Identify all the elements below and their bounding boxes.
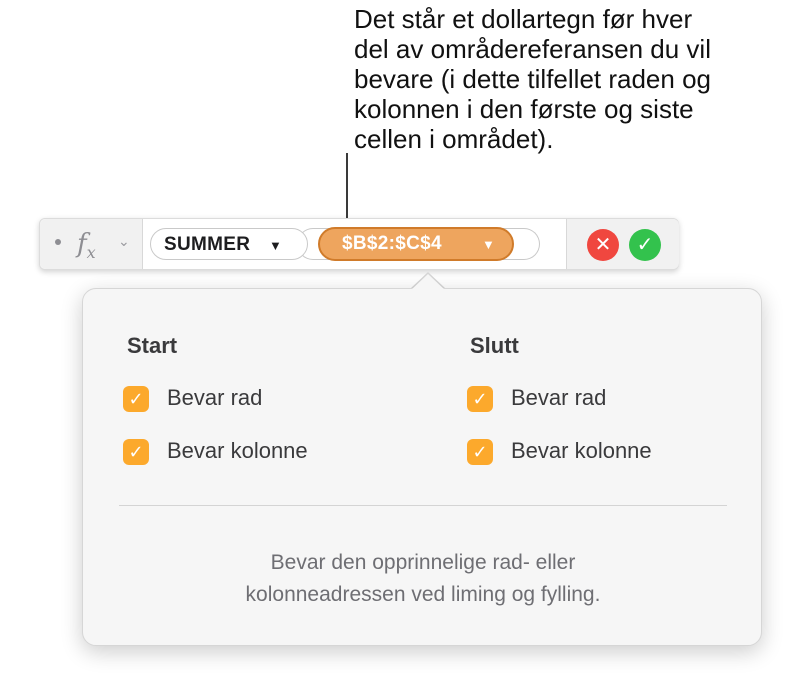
cancel-button[interactable]: ✕ — [587, 229, 619, 261]
function-token[interactable]: SUMMER ▼ — [150, 228, 308, 260]
formula-bar-left-section: fx ⌄ — [40, 219, 143, 269]
caret-down-icon[interactable]: ▼ — [482, 237, 495, 252]
drag-handle-dot[interactable] — [55, 239, 61, 245]
formula-bar: fx ⌄ SUMMER ▼ $B$2:$C$4 ▼ ✕ ✓ — [39, 218, 679, 270]
divider — [119, 505, 727, 506]
callout-line: bevare (i dette tilfellet raden og — [354, 64, 711, 94]
start-heading: Start — [127, 333, 178, 358]
checkbox-checked-icon[interactable]: ✓ — [123, 386, 149, 412]
range-reference-token[interactable]: $B$2:$C$4 ▼ — [318, 227, 514, 261]
hint-line: kolonneadressen ved liming og fylling. — [245, 583, 601, 606]
hint-text: Bevar den opprinnelige rad- eller kolonn… — [119, 547, 727, 611]
option-label: Bevar kolonne — [167, 438, 308, 463]
formula-editor[interactable]: SUMMER ▼ $B$2:$C$4 ▼ — [142, 219, 566, 269]
chevron-down-icon[interactable]: ⌄ — [118, 233, 130, 250]
callout-line: kolonnen i den første og siste — [354, 94, 694, 124]
callout-text: Det står et dollartegn før hver del av o… — [354, 4, 784, 154]
option-label: Bevar kolonne — [511, 438, 652, 463]
callout-line: Det står et dollartegn før hver — [354, 4, 693, 34]
caret-down-icon[interactable]: ▼ — [269, 238, 282, 253]
checkbox-checked-icon[interactable]: ✓ — [467, 439, 493, 465]
range-reference-label: $B$2:$C$4 — [342, 233, 442, 254]
formula-bar-actions: ✕ ✓ — [566, 219, 679, 269]
function-name: SUMMER — [164, 234, 251, 255]
option-label: Bevar rad — [167, 385, 263, 410]
option-label: Bevar rad — [511, 385, 607, 410]
function-fx-icon[interactable]: fx — [77, 229, 96, 262]
callout-line: cellen i området). — [354, 124, 554, 154]
checkbox-checked-icon[interactable]: ✓ — [123, 439, 149, 465]
preserve-reference-popover: Start Slutt ✓ Bevar rad ✓ Bevar kolonne … — [82, 288, 762, 646]
checkbox-checked-icon[interactable]: ✓ — [467, 386, 493, 412]
hint-line: Bevar den opprinnelige rad- eller — [270, 551, 576, 574]
accept-button[interactable]: ✓ — [629, 229, 661, 261]
callout-line: del av områdereferansen du vil — [354, 34, 711, 64]
popover-arrow-fill — [411, 274, 445, 290]
end-heading: Slutt — [470, 333, 519, 358]
